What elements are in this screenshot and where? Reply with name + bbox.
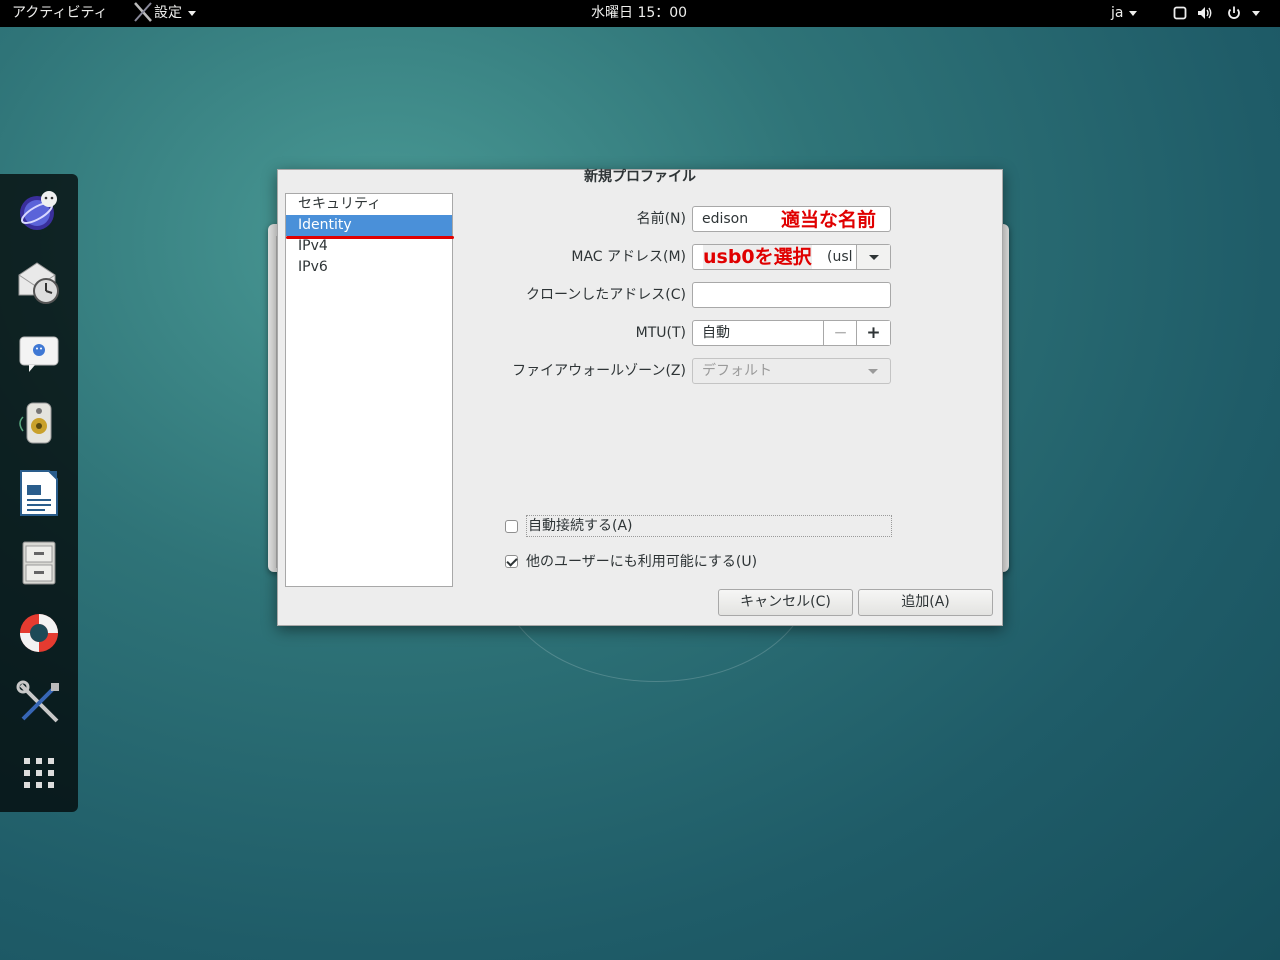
- mac-value: (usl: [827, 249, 853, 265]
- file-cabinet-icon[interactable]: [14, 538, 64, 588]
- dash: [0, 174, 78, 812]
- app-grid-icon[interactable]: [14, 748, 64, 798]
- clock[interactable]: 水曜日 15：00: [591, 5, 687, 22]
- mtu-decrement-button[interactable]: −: [823, 321, 857, 345]
- app-menu[interactable]: 設定: [132, 2, 196, 22]
- name-value: edison: [702, 211, 749, 227]
- autoconnect-label: 自動接続する(A): [526, 515, 892, 537]
- sidebar-item-security[interactable]: セキュリティ: [286, 194, 452, 215]
- activities-button[interactable]: アクティビティ: [12, 5, 108, 22]
- mtu-label: MTU(T): [635, 325, 686, 341]
- mac-label: MAC アドレス(M): [571, 249, 686, 265]
- all-users-row[interactable]: 他のユーザーにも利用可能にする(U): [505, 550, 757, 572]
- mail-clock-icon[interactable]: [14, 258, 64, 308]
- clone-address-input[interactable]: [692, 282, 891, 308]
- sidebar-item-ipv6[interactable]: IPv6: [286, 257, 452, 278]
- sidebar-item-ipv4[interactable]: IPv4: [286, 236, 452, 257]
- all-users-checkbox[interactable]: [505, 554, 518, 568]
- autoconnect-row[interactable]: 自動接続する(A): [505, 515, 892, 537]
- firewall-zone-combo[interactable]: デフォルト: [692, 358, 891, 384]
- language-label: ja: [1111, 5, 1124, 21]
- mac-annotation: usb0を選択: [703, 245, 812, 269]
- browser-icon[interactable]: [14, 186, 64, 236]
- mac-address-combo[interactable]: usb0を選択 (usl: [692, 244, 891, 270]
- firewall-label: ファイアウォールゾーン(Z): [512, 363, 686, 379]
- chevron-down-icon: [1252, 10, 1261, 16]
- chat-icon[interactable]: [14, 328, 64, 378]
- name-annotation: 適当な名前: [781, 209, 877, 231]
- tools-icon: [134, 2, 152, 22]
- new-profile-dialog: 新規プロファイル セキュリティ Identity IPv4 IPv6 名前(N)…: [277, 169, 1003, 626]
- autoconnect-checkbox[interactable]: [505, 519, 518, 533]
- volume-icon: [1198, 7, 1212, 19]
- app-menu-label: 設定: [154, 5, 182, 21]
- help-lifebuoy-icon[interactable]: [14, 608, 64, 658]
- all-users-label: 他のユーザーにも利用可能にする(U): [526, 554, 758, 570]
- cancel-button[interactable]: キャンセル(C): [718, 589, 853, 616]
- profile-sidebar: セキュリティ Identity IPv4 IPv6: [285, 193, 454, 587]
- clone-label: クローンしたアドレス(C): [526, 287, 686, 303]
- speaker-icon[interactable]: [14, 398, 64, 448]
- chevron-down-icon: [868, 369, 878, 374]
- firewall-value: デフォルト: [702, 363, 772, 379]
- add-button[interactable]: 追加(A): [858, 589, 993, 616]
- mtu-spinbox[interactable]: 自動 − +: [692, 320, 891, 346]
- language-menu[interactable]: ja: [1111, 5, 1138, 22]
- name-label: 名前(N): [636, 211, 686, 227]
- highlight-underline: [286, 236, 454, 239]
- top-bar: アクティビティ 設定 水曜日 15：00 ja: [0, 0, 1280, 27]
- chevron-down-icon: [188, 10, 196, 16]
- settings-tools-icon[interactable]: [14, 678, 64, 728]
- mtu-increment-button[interactable]: +: [856, 321, 890, 345]
- screen-icon: [1173, 6, 1187, 20]
- dialog-title: 新規プロファイル: [584, 169, 696, 185]
- system-menu[interactable]: [1173, 5, 1261, 22]
- mac-dropdown-button[interactable]: [856, 245, 890, 269]
- mtu-value: 自動: [702, 325, 730, 341]
- name-input[interactable]: edison 適当な名前: [692, 206, 891, 232]
- writer-document-icon[interactable]: [14, 468, 64, 518]
- sidebar-item-identity[interactable]: Identity: [286, 215, 452, 236]
- chevron-down-icon: [868, 254, 879, 260]
- power-icon: [1228, 6, 1240, 19]
- chevron-down-icon: [1129, 10, 1138, 16]
